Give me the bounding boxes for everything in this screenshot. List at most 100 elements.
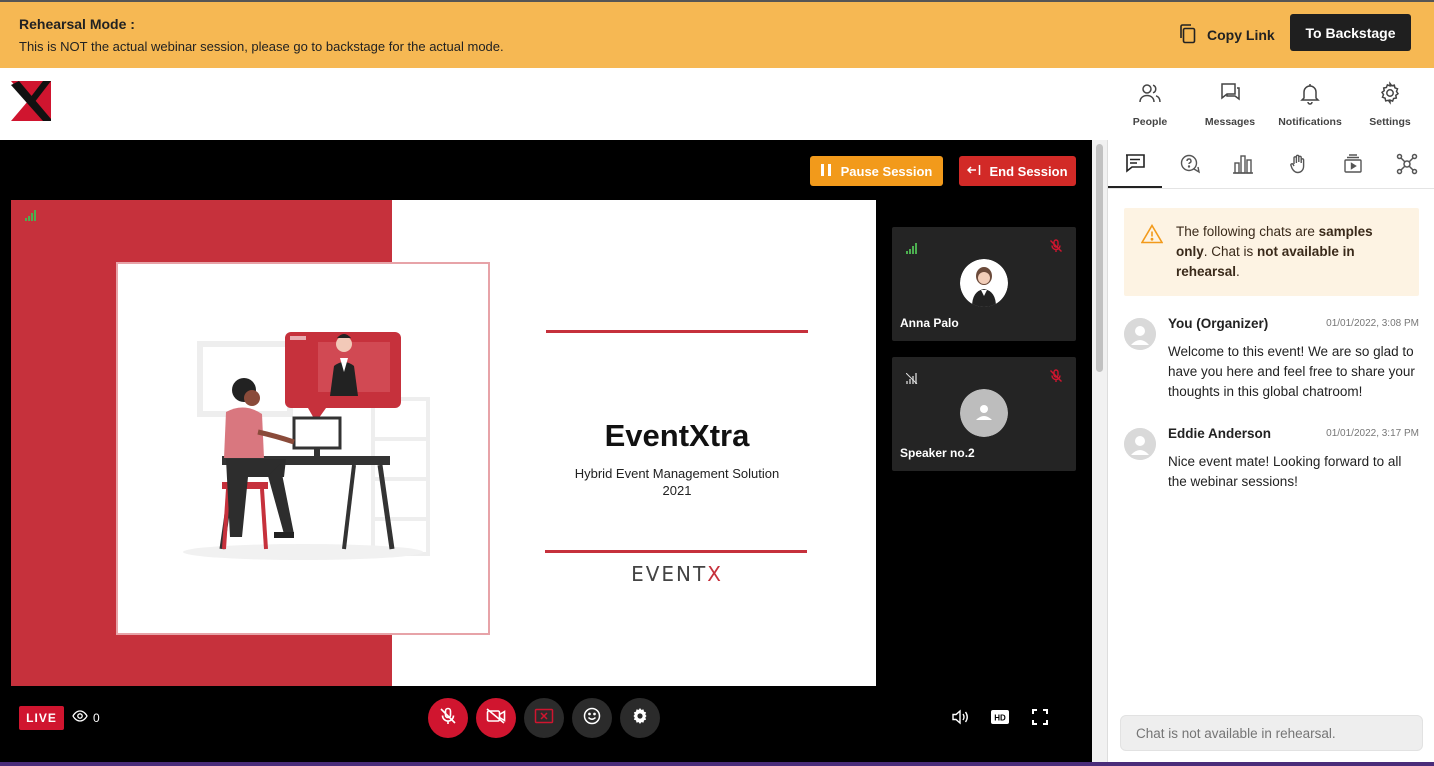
tab-media[interactable] (1326, 144, 1380, 188)
avatar (960, 259, 1008, 307)
chat-input[interactable] (1120, 715, 1423, 751)
stage-settings-button[interactable] (620, 698, 660, 738)
sample-chat-notice: The following chats are samples only. Ch… (1124, 208, 1419, 296)
stage: Pause Session End Session EventXtra Hybr… (0, 140, 1092, 762)
nav-settings-label: Settings (1369, 116, 1411, 128)
speaker-icon (951, 708, 969, 730)
speaker-name: Anna Palo (900, 316, 959, 330)
screen-share-off-icon (534, 708, 554, 729)
viewer-count: 0 (72, 710, 100, 725)
to-backstage-button[interactable]: To Backstage (1290, 14, 1411, 51)
signal-icon (25, 208, 37, 226)
copy-link-button[interactable]: Copy Link (1178, 21, 1275, 49)
speaker-tile[interactable]: Anna Palo (892, 227, 1076, 341)
presentation-slide: EventXtra Hybrid Event Management Soluti… (11, 200, 876, 686)
fullscreen-button[interactable] (1029, 708, 1051, 730)
signal-icon (906, 241, 918, 259)
slide-illustration (116, 262, 490, 635)
eventx-logo (11, 81, 51, 121)
pause-icon (820, 163, 831, 179)
slide-brand-logo: EVENTX (546, 562, 808, 586)
live-badge: LIVE (19, 706, 64, 730)
gear-icon (1378, 81, 1402, 110)
nav-notifications-label: Notifications (1278, 116, 1342, 128)
nav-messages[interactable]: Messages (1192, 81, 1268, 128)
notice-text-part: . Chat is (1203, 244, 1258, 259)
tab-polls[interactable] (1216, 144, 1270, 188)
chat-icon (1124, 153, 1146, 178)
people-icon (1138, 81, 1162, 110)
camera-off-icon (486, 707, 506, 729)
stop-share-button[interactable] (524, 698, 564, 738)
notice-text-part: The following chats are (1176, 224, 1319, 239)
tab-raise-hand[interactable] (1271, 144, 1325, 188)
tab-qa[interactable] (1163, 144, 1217, 188)
top-header: People Messages Notifications Settings (0, 68, 1434, 140)
slide-subtitle: Hybrid Event Management Solution 2021 (546, 465, 808, 499)
svg-text:HD: HD (994, 713, 1006, 722)
volume-button[interactable] (949, 708, 971, 730)
end-session-label: End Session (989, 163, 1068, 179)
avatar (960, 389, 1008, 437)
copy-link-label: Copy Link (1207, 27, 1275, 43)
message-author: Eddie Anderson (1168, 426, 1272, 441)
message-author: You (Organizer) (1168, 316, 1269, 331)
nav-notifications[interactable]: Notifications (1272, 81, 1348, 128)
scrollbar-thumb[interactable] (1096, 144, 1103, 372)
end-session-button[interactable]: End Session (959, 156, 1076, 186)
banner-title: Rehearsal Mode : (19, 16, 135, 32)
slide-divider-bottom (545, 550, 807, 553)
copy-icon (1178, 23, 1198, 48)
avatar (1124, 428, 1156, 460)
video-playlist-icon (1343, 153, 1363, 179)
bar-chart-icon (1232, 154, 1254, 179)
exit-arrow-icon (967, 164, 981, 179)
hand-icon (1288, 154, 1308, 179)
brand-text: EVENT (631, 562, 708, 586)
stage-scrollbar[interactable] (1092, 140, 1108, 762)
network-icon (1396, 153, 1418, 180)
nav-people[interactable]: People (1112, 81, 1188, 128)
fullscreen-icon (1032, 708, 1048, 730)
nav-people-label: People (1132, 116, 1168, 128)
mic-muted-icon (1049, 239, 1063, 258)
message-timestamp: 01/01/2022, 3:08 PM (1326, 318, 1419, 329)
message-text: Welcome to this event! We are so glad to… (1168, 344, 1415, 399)
viewer-count-value: 0 (93, 710, 100, 725)
hd-quality-button[interactable]: HD (989, 708, 1011, 730)
messages-icon (1218, 81, 1242, 110)
message-timestamp: 01/01/2022, 3:17 PM (1326, 428, 1419, 439)
slide-divider-top (546, 330, 808, 333)
side-panel: The following chats are samples only. Ch… (1108, 140, 1434, 762)
speaker-tile[interactable]: Speaker no.2 (892, 357, 1076, 471)
rehearsal-banner: Rehearsal Mode : This is NOT the actual … (0, 0, 1434, 68)
eye-icon (72, 710, 88, 725)
tab-chat[interactable] (1108, 144, 1162, 188)
pause-session-label: Pause Session (840, 163, 933, 179)
slide-subtitle-line2: 2021 (662, 483, 692, 498)
nav-settings[interactable]: Settings (1352, 81, 1428, 128)
mic-muted-icon (1049, 369, 1063, 388)
speaker-name: Speaker no.2 (900, 446, 975, 460)
notice-text: The following chats are samples only. Ch… (1176, 222, 1406, 282)
warning-icon (1140, 223, 1164, 249)
tab-network[interactable] (1380, 144, 1434, 188)
smiley-icon (583, 707, 601, 730)
bell-icon (1298, 81, 1322, 110)
notice-text-part: . (1236, 264, 1240, 279)
mute-mic-button[interactable] (428, 698, 468, 738)
mic-off-icon (439, 707, 457, 730)
brand-x: X (707, 562, 723, 586)
tabs-divider (1108, 188, 1434, 189)
camera-toggle-button[interactable] (476, 698, 516, 738)
hd-icon: HD (990, 709, 1010, 730)
message-text: Nice event mate! Looking forward to all … (1168, 454, 1402, 489)
emoji-button[interactable] (572, 698, 612, 738)
avatar (1124, 318, 1156, 350)
nav-messages-label: Messages (1204, 116, 1256, 128)
pause-session-button[interactable]: Pause Session (810, 156, 943, 186)
slide-title: EventXtra (604, 418, 750, 453)
bottom-accent-bar (0, 762, 1434, 766)
no-signal-icon (905, 371, 918, 389)
banner-description: This is NOT the actual webinar session, … (19, 39, 504, 54)
